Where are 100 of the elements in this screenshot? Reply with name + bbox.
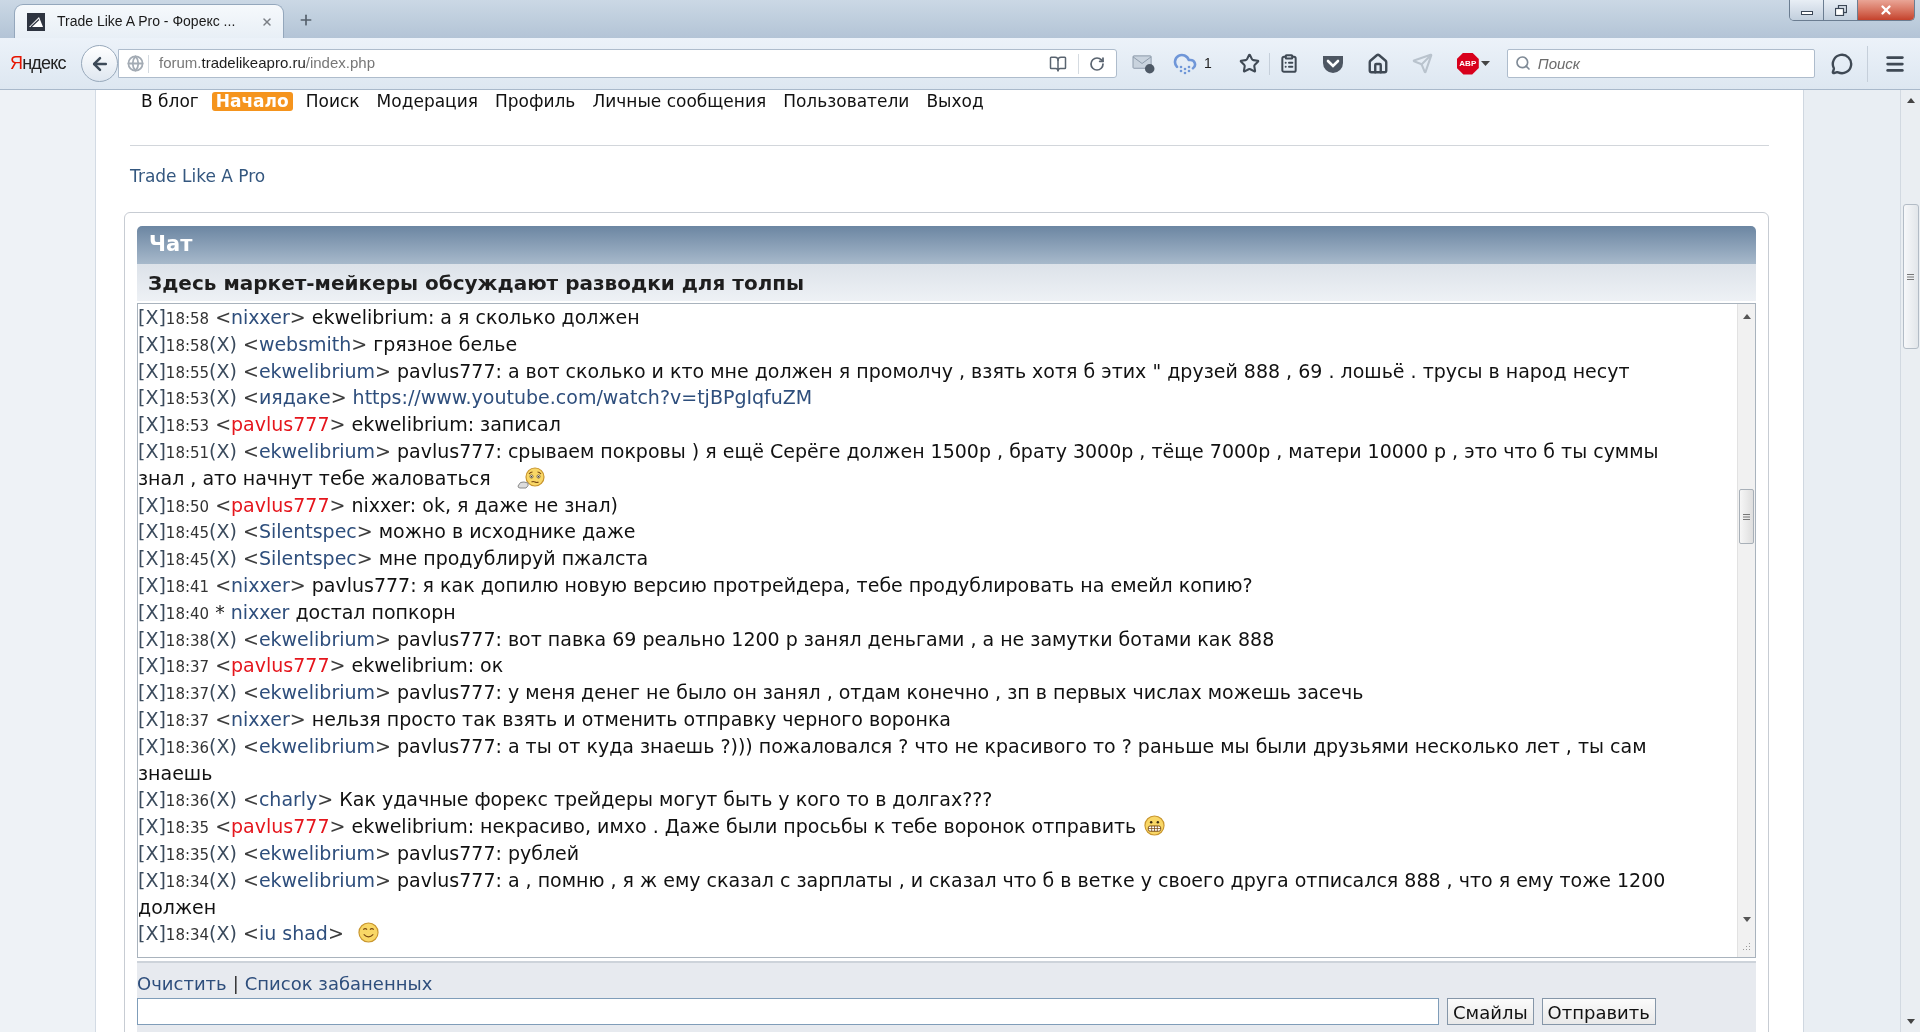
delete-link[interactable]: [X] bbox=[138, 788, 166, 811]
chat-scrollbar[interactable] bbox=[1737, 304, 1755, 957]
delete-link[interactable]: [X] bbox=[138, 386, 166, 409]
delete-link[interactable]: [X] bbox=[138, 707, 166, 730]
house-icon[interactable] bbox=[1366, 52, 1389, 75]
username-link[interactable]: <ekwelibrium> bbox=[242, 841, 391, 864]
username-link[interactable]: <ekwelibrium> bbox=[242, 734, 391, 757]
message-input[interactable] bbox=[137, 998, 1439, 1025]
close-icon bbox=[1879, 3, 1893, 17]
delete-link[interactable]: [X] bbox=[138, 681, 166, 704]
scroll-down-arrow-icon[interactable] bbox=[1906, 1019, 1915, 1024]
username-link[interactable]: <iu shad> bbox=[242, 922, 344, 945]
username-link[interactable]: <nixxer> bbox=[215, 306, 306, 328]
delete-link[interactable]: [X] bbox=[138, 359, 166, 382]
browser-tab[interactable]: Trade Like A Pro - Форекс ... bbox=[14, 4, 284, 38]
ban-link[interactable]: (X) bbox=[209, 520, 237, 543]
nav-link[interactable]: Пользователи bbox=[779, 91, 914, 111]
ban-link[interactable]: (X) bbox=[209, 868, 237, 891]
delete-link[interactable]: [X] bbox=[138, 600, 166, 623]
reload-icon[interactable] bbox=[1089, 55, 1105, 72]
search-field[interactable]: Поиск bbox=[1506, 49, 1815, 78]
username-link[interactable]: <Silentspec> bbox=[242, 520, 373, 543]
delete-link[interactable]: [X] bbox=[138, 413, 166, 436]
delete-link[interactable]: [X] bbox=[138, 868, 166, 891]
scrollbar-thumb[interactable] bbox=[1902, 204, 1919, 349]
delete-link[interactable]: [X] bbox=[138, 654, 166, 677]
restore-button[interactable] bbox=[1824, 0, 1858, 20]
breadcrumb-link[interactable]: Trade Like A Pro bbox=[130, 166, 266, 186]
page-scrollbar[interactable] bbox=[1900, 90, 1920, 1032]
close-button[interactable] bbox=[1858, 0, 1914, 20]
ban-link[interactable]: (X) bbox=[209, 922, 237, 945]
delete-link[interactable]: [X] bbox=[138, 547, 166, 570]
chevron-shield-icon[interactable] bbox=[1320, 53, 1345, 74]
username-link[interactable]: <websmith> bbox=[242, 332, 368, 355]
ban-link[interactable]: (X) bbox=[209, 386, 237, 409]
ban-link[interactable]: (X) bbox=[209, 788, 237, 811]
scroll-up-arrow-icon[interactable] bbox=[1906, 98, 1915, 103]
delete-link[interactable]: [X] bbox=[138, 520, 166, 543]
delete-link[interactable]: [X] bbox=[138, 440, 166, 462]
ban-link[interactable]: (X) bbox=[209, 332, 237, 355]
scroll-down-arrow-icon[interactable] bbox=[1742, 917, 1751, 922]
new-tab-icon[interactable] bbox=[298, 12, 314, 28]
message-time: 18:45 bbox=[165, 551, 210, 570]
nav-link[interactable]: Поиск bbox=[301, 91, 364, 111]
username-link[interactable]: <Silentspec> bbox=[242, 547, 373, 570]
resize-grip-icon[interactable] bbox=[1742, 942, 1751, 951]
username-link[interactable]: <ekwelibrium> bbox=[242, 681, 391, 704]
ban-link[interactable]: (X) bbox=[209, 359, 237, 382]
smileys-button[interactable]: Смайлы bbox=[1447, 998, 1534, 1025]
minimize-button[interactable] bbox=[1790, 0, 1824, 20]
username-link[interactable]: <charly> bbox=[242, 788, 334, 811]
username-link[interactable]: <pavlus777> bbox=[215, 493, 346, 516]
username-link[interactable]: <ekwelibrium> bbox=[242, 359, 391, 382]
username-link[interactable]: <pavlus777> bbox=[215, 654, 346, 677]
nav-link[interactable]: Модерация bbox=[372, 91, 482, 111]
caret-icon[interactable] bbox=[1480, 61, 1490, 66]
delete-link[interactable]: [X] bbox=[138, 332, 166, 355]
username-link[interactable]: <pavlus777> bbox=[215, 413, 346, 436]
message-link[interactable]: https://www.youtube.com/watch?v=tjBPgIqfuZM bbox=[352, 386, 813, 409]
ban-link[interactable]: (X) bbox=[209, 440, 237, 462]
abp-button[interactable]: ABP bbox=[1456, 52, 1479, 75]
username-link[interactable]: <nixxer> bbox=[215, 573, 306, 596]
ban-link[interactable]: (X) bbox=[209, 734, 237, 757]
username-link[interactable]: <ekwelibrium> bbox=[242, 868, 391, 891]
nav-link[interactable]: Личные сообщения bbox=[588, 91, 771, 111]
ban-link[interactable]: (X) bbox=[209, 627, 237, 650]
back-button[interactable] bbox=[81, 45, 118, 82]
nav-link[interactable]: Профиль bbox=[490, 91, 580, 111]
username-link[interactable]: <nixxer> bbox=[215, 707, 306, 730]
speech-bubble-icon[interactable] bbox=[1830, 52, 1853, 75]
book-icon[interactable] bbox=[1048, 54, 1068, 73]
star-icon[interactable] bbox=[1238, 53, 1260, 74]
ban-link[interactable]: (X) bbox=[209, 547, 237, 570]
delete-link[interactable]: [X] bbox=[138, 922, 166, 945]
envelope-icon[interactable] bbox=[1132, 53, 1155, 74]
delete-link[interactable]: [X] bbox=[138, 815, 166, 838]
delete-link[interactable]: [X] bbox=[138, 841, 166, 864]
delete-link[interactable]: [X] bbox=[138, 493, 166, 516]
clear-link[interactable]: Очистить bbox=[137, 973, 227, 995]
username-link[interactable]: nixxer bbox=[230, 600, 290, 623]
scroll-up-arrow-icon[interactable] bbox=[1742, 314, 1751, 319]
snow-cloud-icon[interactable] bbox=[1173, 51, 1197, 76]
delete-link[interactable]: [X] bbox=[138, 306, 166, 328]
clipboard-list-icon[interactable] bbox=[1278, 53, 1299, 74]
username-link[interactable]: <иядаке> bbox=[242, 386, 347, 409]
send-button[interactable]: Отправить bbox=[1541, 998, 1656, 1025]
username-link[interactable]: <ekwelibrium> bbox=[242, 440, 391, 462]
username-link[interactable]: <pavlus777> bbox=[215, 815, 346, 838]
address-field[interactable]: forum.tradelikeapro.ru/index.php bbox=[118, 49, 1117, 78]
delete-link[interactable]: [X] bbox=[138, 627, 166, 650]
nav-link[interactable]: В блог bbox=[137, 91, 203, 111]
ban-list-link[interactable]: Список забаненных bbox=[244, 973, 433, 995]
ban-link[interactable]: (X) bbox=[209, 681, 237, 704]
username-link[interactable]: <ekwelibrium> bbox=[242, 627, 391, 650]
ban-link[interactable]: (X) bbox=[209, 841, 237, 864]
close-icon[interactable] bbox=[261, 15, 273, 28]
nav-link[interactable]: Выход bbox=[922, 91, 988, 111]
delete-link[interactable]: [X] bbox=[138, 734, 166, 757]
delete-link[interactable]: [X] bbox=[138, 573, 166, 596]
scrollbar-thumb[interactable] bbox=[1739, 489, 1754, 544]
